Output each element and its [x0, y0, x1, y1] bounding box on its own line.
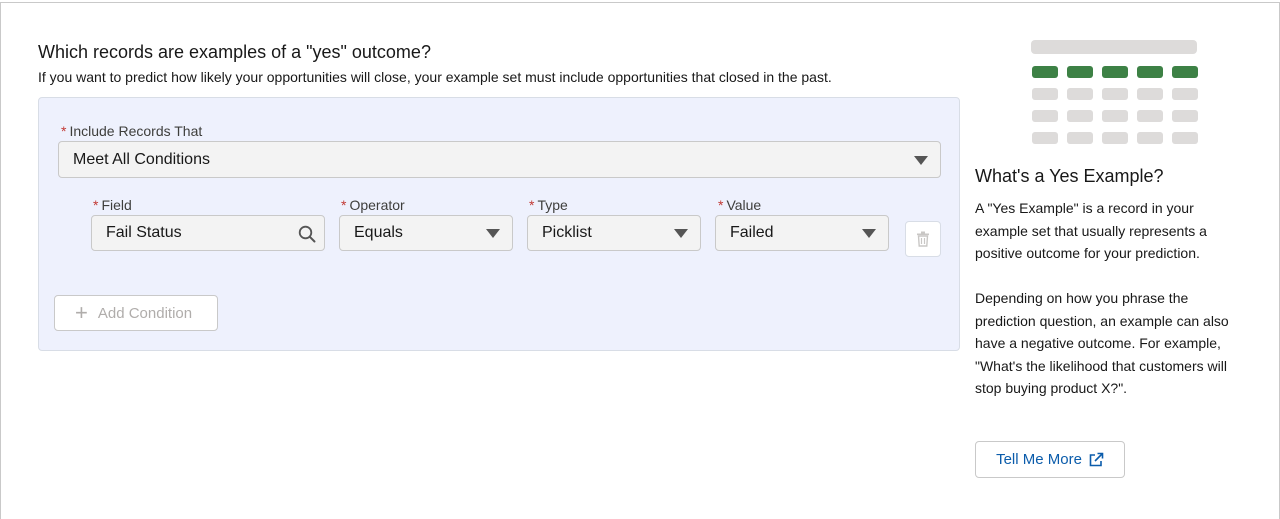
include-records-select[interactable]: Meet All Conditions	[58, 141, 941, 178]
operator-value: Equals	[354, 224, 403, 241]
page-title: Which records are examples of a "yes" ou…	[38, 42, 431, 62]
field-lookup-input[interactable]: Fail Status	[91, 215, 325, 251]
value-value: Failed	[730, 224, 774, 241]
include-records-label: * Include Records That	[61, 123, 203, 139]
delete-condition-button[interactable]	[905, 221, 941, 257]
help-paragraph-2: Depending on how you phrase the predicti…	[975, 290, 1229, 396]
value-select[interactable]: Failed	[715, 215, 889, 251]
include-records-value: Meet All Conditions	[73, 150, 210, 168]
value-label: * Value	[718, 197, 762, 213]
page-description: If you want to predict how likely your o…	[38, 69, 832, 85]
help-title: What's a Yes Example?	[975, 166, 1164, 186]
chevron-down-icon	[914, 155, 928, 165]
help-paragraph-1: A "Yes Example" is a record in your exam…	[975, 200, 1207, 261]
required-marker: *	[61, 123, 67, 139]
tell-me-more-label: Tell Me More	[996, 451, 1082, 468]
add-condition-button[interactable]: + Add Condition	[54, 295, 218, 331]
conditions-panel: * Include Records That Meet All Condition…	[38, 97, 960, 351]
type-select[interactable]: Picklist	[527, 215, 701, 251]
operator-select[interactable]: Equals	[339, 215, 513, 251]
table-illustration	[1031, 40, 1198, 144]
field-label: * Field	[93, 197, 132, 213]
add-condition-label: Add Condition	[97, 304, 193, 322]
chevron-down-icon	[862, 229, 876, 238]
chevron-down-icon	[674, 229, 688, 238]
external-link-icon	[1089, 452, 1104, 466]
tell-me-more-button[interactable]: Tell Me More	[975, 441, 1125, 478]
type-value: Picklist	[542, 224, 592, 241]
search-icon[interactable]	[298, 225, 316, 243]
field-value: Fail Status	[106, 224, 182, 241]
chevron-down-icon	[486, 229, 500, 238]
operator-label: * Operator	[341, 197, 405, 213]
type-label: * Type	[529, 197, 568, 213]
plus-icon: +	[75, 300, 88, 325]
trash-icon	[917, 231, 929, 247]
